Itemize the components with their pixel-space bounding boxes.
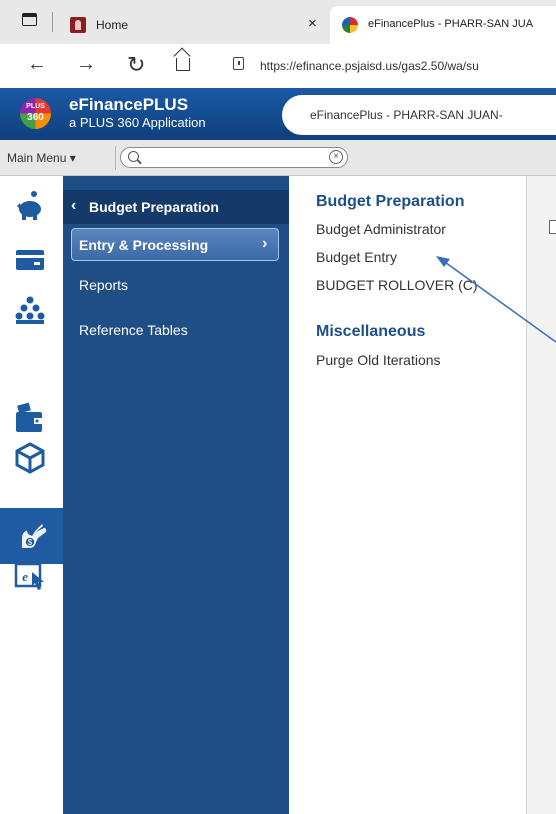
credit-card-icon[interactable] (14, 244, 46, 276)
browser-tab-home[interactable]: Home × (58, 6, 328, 44)
submenu-item-entry-processing[interactable]: Entry & Processing › (71, 228, 279, 261)
module-icon-rail: $ e (0, 176, 63, 814)
browser-tab-strip: Home × eFinancePlus - PHARR-SAN JUA (0, 0, 556, 44)
home-favicon-icon (70, 17, 86, 33)
search-input[interactable] (143, 150, 313, 165)
home-icon[interactable] (176, 58, 190, 71)
link-budget-rollover[interactable]: BUDGET ROLLOVER (C) (316, 277, 478, 293)
wallet-icon[interactable] (14, 402, 46, 434)
tab-title: Home (96, 18, 129, 32)
menu-search-box[interactable]: × (120, 147, 348, 168)
partial-field-edge (549, 220, 556, 234)
submenu-item-reports[interactable]: Reports (79, 277, 128, 293)
people-icon[interactable] (14, 294, 46, 326)
back-chevron-icon[interactable]: ‹ (71, 197, 76, 215)
logo-text-plus: PLUS (26, 103, 45, 110)
texas-icon[interactable] (14, 506, 46, 538)
main-menu-dropdown[interactable]: Main Menu ▾ (7, 151, 76, 165)
screen: Home × eFinancePlus - PHARR-SAN JUA ← → … (0, 0, 556, 814)
piggy-bank-icon[interactable] (14, 190, 46, 222)
reload-icon[interactable]: ↻ (127, 52, 145, 78)
tab-separator (52, 12, 53, 32)
svg-text:e: e (22, 569, 28, 584)
toolbar-separator (115, 146, 116, 170)
section-title-budget-preparation: Budget Preparation (316, 193, 465, 210)
site-info-icon[interactable] (233, 57, 244, 70)
submenu-item-reference-tables[interactable]: Reference Tables (79, 322, 188, 338)
efp-cursor-icon[interactable]: e (14, 560, 46, 592)
logo-text-360: 360 (27, 112, 44, 123)
submenu-header[interactable]: ‹ Budget Preparation (63, 190, 289, 224)
app-name: eFinancePLUS (69, 95, 189, 114)
app-toolbar: Main Menu ▾ × (0, 140, 556, 176)
tab-close-icon[interactable]: × (308, 15, 317, 32)
url-field[interactable]: https://efinance.psjaisd.us/gas2.50/wa/s… (260, 59, 479, 73)
chevron-right-icon: › (262, 235, 268, 252)
browser-address-bar: ← → ↻ https://efinance.psjaisd.us/gas2.5… (0, 44, 556, 88)
box-icon[interactable] (14, 442, 46, 474)
plus-360-logo: PLUS 360 (20, 98, 51, 129)
district-title: eFinancePlus - PHARR-SAN JUAN- (310, 108, 503, 122)
section-title-miscellaneous: Miscellaneous (316, 323, 426, 340)
efinanceplus-favicon-icon (342, 17, 358, 33)
forward-arrow-icon[interactable]: → (76, 53, 96, 76)
app-header: PLUS 360 eFinancePLUS a PLUS 360 Applica… (0, 88, 556, 140)
tab-title: eFinancePlus - PHARR-SAN JUA (368, 18, 534, 30)
district-title-bar: eFinancePlus - PHARR-SAN JUAN- (282, 95, 556, 135)
clear-search-icon[interactable]: × (329, 150, 343, 164)
back-arrow-icon[interactable]: ← (27, 53, 47, 76)
link-budget-entry[interactable]: Budget Entry (316, 249, 397, 265)
search-icon (128, 151, 139, 162)
menu-content-panel: Budget Preparation Budget Administrator … (289, 176, 526, 814)
right-background-panel (526, 176, 556, 814)
submenu-title: Budget Preparation (89, 199, 219, 215)
submenu-item-label: Entry & Processing (79, 237, 209, 253)
browser-tab-efinanceplus[interactable]: eFinancePlus - PHARR-SAN JUA (330, 6, 556, 44)
tab-actions-icon[interactable] (22, 13, 37, 26)
app-subtitle: a PLUS 360 Application (69, 115, 206, 130)
link-purge-old-iterations[interactable]: Purge Old Iterations (316, 352, 441, 368)
svg-text:$: $ (28, 538, 33, 547)
submenu-panel: ‹ Budget Preparation Entry & Processing … (63, 176, 289, 814)
link-budget-administrator[interactable]: Budget Administrator (316, 221, 446, 237)
